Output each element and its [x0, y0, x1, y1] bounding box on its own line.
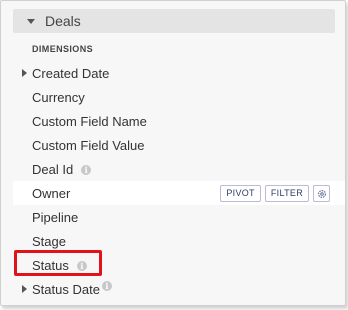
field-picker-panel: Deals DIMENSIONS Created Date Currency C…: [0, 0, 346, 306]
info-icon[interactable]: i: [81, 164, 92, 175]
field-custom-field-name[interactable]: Custom Field Name: [13, 109, 338, 133]
field-label: Status Date: [32, 282, 100, 297]
info-icon[interactable]: i: [101, 281, 112, 291]
caret-right-icon[interactable]: [22, 285, 27, 293]
field-label: Owner: [32, 185, 71, 201]
field-created-date[interactable]: Created Date: [13, 61, 338, 85]
pivot-button[interactable]: PIVOT: [220, 185, 261, 202]
field-label: Currency: [32, 89, 85, 105]
field-custom-field-value[interactable]: Custom Field Value: [13, 133, 338, 157]
field-label: Custom Field Value: [32, 137, 145, 153]
status-highlight-annotation: [14, 250, 102, 276]
field-label: Created Date: [32, 65, 110, 81]
group-label: Deals: [45, 13, 81, 29]
field-label: Custom Field Name: [32, 113, 147, 129]
field-owner[interactable]: Owner PIVOT FILTER: [13, 181, 345, 205]
field-deal-id[interactable]: Deal Id i: [13, 157, 338, 181]
field-settings-button[interactable]: [313, 185, 330, 202]
deals-group-header[interactable]: Deals: [13, 9, 335, 33]
field-status-date[interactable]: Status Date i: [13, 277, 338, 301]
field-pipeline[interactable]: Pipeline: [13, 205, 338, 229]
filter-button[interactable]: FILTER: [264, 185, 309, 202]
field-label: Stage: [32, 233, 66, 249]
dimensions-section-label: DIMENSIONS: [32, 44, 94, 54]
field-label: Deal Id: [32, 161, 74, 177]
field-row-actions: PIVOT FILTER: [220, 185, 330, 202]
gear-icon: [317, 189, 326, 198]
field-label: Pipeline: [32, 209, 79, 225]
caret-down-icon: [27, 18, 35, 24]
field-currency[interactable]: Currency: [13, 85, 338, 109]
caret-right-icon[interactable]: [22, 69, 27, 77]
